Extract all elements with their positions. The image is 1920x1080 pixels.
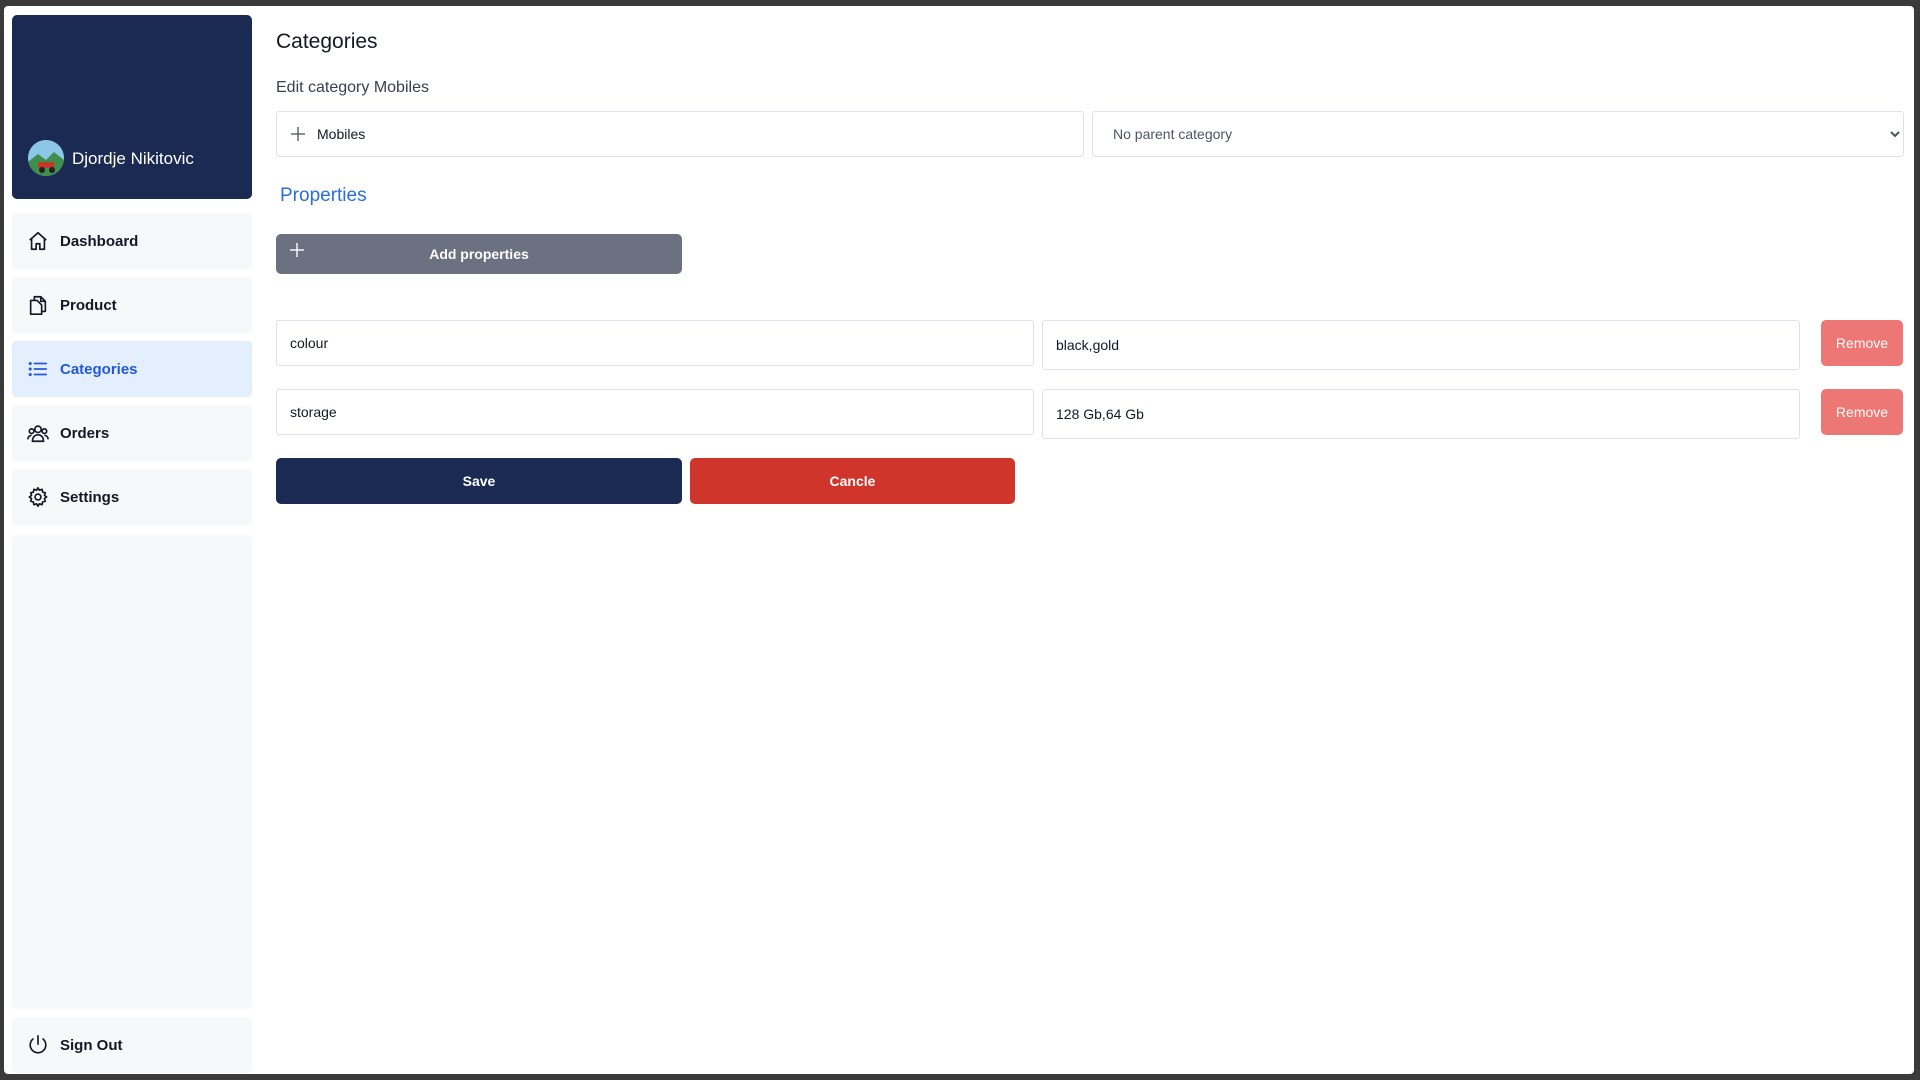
parent-category-select[interactable]: No parent category <box>1093 112 1903 156</box>
form-subtitle: Edit category Mobiles <box>276 79 429 96</box>
user-name: Djordje Nikitovic <box>72 149 194 168</box>
property-name-input[interactable] <box>277 390 1033 434</box>
main-content: Categories Edit category Mobiles No pare… <box>276 6 1914 1074</box>
sidebar-spacer <box>12 535 252 1009</box>
profile-card: Djordje Nikitovic <box>12 15 252 199</box>
app-window: Djordje Nikitovic Dashboard Product Cate… <box>4 6 1914 1074</box>
parent-category-field[interactable]: No parent category <box>1092 111 1904 157</box>
remove-property-button[interactable]: Remove <box>1821 389 1903 435</box>
category-name-field[interactable] <box>276 111 1084 157</box>
sidebar-item-label: Product <box>60 296 117 314</box>
avatar[interactable] <box>28 140 64 176</box>
property-name-field[interactable] <box>276 320 1034 366</box>
property-values-input[interactable] <box>1043 390 1799 438</box>
sidebar: Djordje Nikitovic Dashboard Product Cate… <box>12 15 252 1073</box>
gear-icon <box>26 485 50 509</box>
save-button[interactable]: Save <box>276 458 682 504</box>
page-title: Categories <box>276 30 378 53</box>
sidebar-item-label: Categories <box>60 360 138 378</box>
sign-out-label: Sign Out <box>60 1036 123 1054</box>
property-name-field[interactable] <box>276 389 1034 435</box>
sidebar-item-categories[interactable]: Categories <box>12 341 252 397</box>
power-icon <box>26 1033 50 1057</box>
category-name-input[interactable] <box>317 112 1083 156</box>
users-icon <box>26 421 50 445</box>
avatar-image-icon <box>28 140 64 176</box>
cancel-button[interactable]: Cancle <box>690 458 1015 504</box>
property-values-input[interactable] <box>1043 321 1799 369</box>
home-icon <box>26 229 50 253</box>
sidebar-item-label: Settings <box>60 488 120 506</box>
properties-title: Properties <box>280 185 367 206</box>
sign-out-button[interactable]: Sign Out <box>12 1017 252 1073</box>
sidebar-item-settings[interactable]: Settings <box>12 469 252 525</box>
remove-property-button[interactable]: Remove <box>1821 320 1903 366</box>
property-values-field[interactable] <box>1042 389 1800 439</box>
property-name-input[interactable] <box>277 321 1033 365</box>
add-properties-label: Add properties <box>429 246 529 262</box>
sidebar-item-orders[interactable]: Orders <box>12 405 252 461</box>
sidebar-item-dashboard[interactable]: Dashboard <box>12 213 252 269</box>
add-properties-button[interactable]: Add properties <box>276 234 682 274</box>
plus-icon <box>291 127 305 141</box>
property-values-field[interactable] <box>1042 320 1800 370</box>
sidebar-item-label: Dashboard <box>60 232 139 250</box>
sidebar-item-label: Orders <box>60 424 110 442</box>
documents-icon <box>26 293 50 317</box>
sidebar-item-product[interactable]: Product <box>12 277 252 333</box>
list-icon <box>26 357 50 381</box>
plus-icon <box>290 243 304 260</box>
